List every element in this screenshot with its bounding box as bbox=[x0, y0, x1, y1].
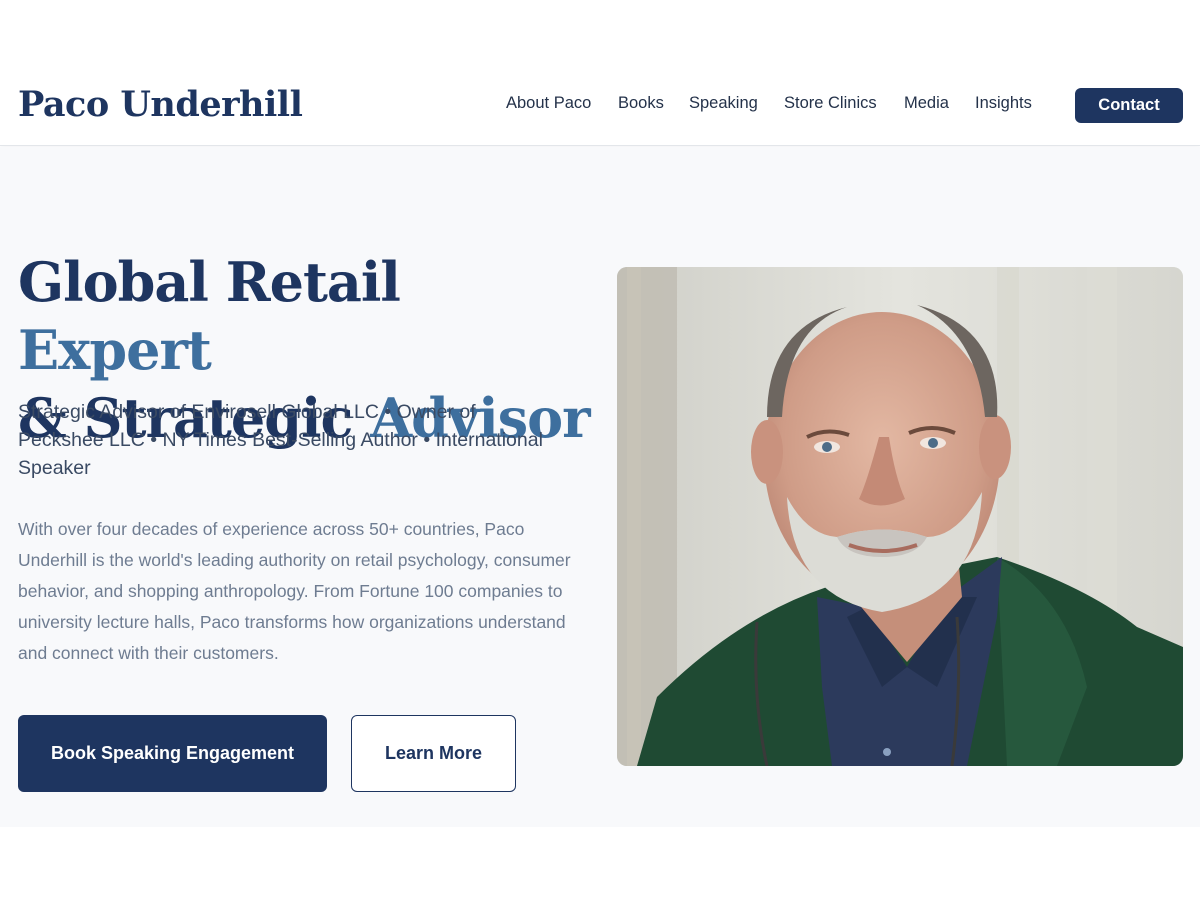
hero-description: With over four decades of experience acr… bbox=[18, 519, 571, 663]
site-header: Paco Underhill About Paco Books Speaking… bbox=[0, 0, 1200, 146]
nav-link-media[interactable]: Media bbox=[904, 94, 949, 113]
portrait-photo bbox=[617, 267, 1183, 766]
portrait-illustration bbox=[617, 267, 1183, 766]
nav-link-store-clinics[interactable]: Store Clinics bbox=[784, 94, 877, 113]
page: Paco Underhill About Paco Books Speaking… bbox=[0, 0, 1200, 900]
nav-link-about[interactable]: About Paco bbox=[506, 94, 591, 113]
nav-link-speaking[interactable]: Speaking bbox=[689, 94, 758, 113]
hero-subheading: Strategic Advisor of Envirosell Global L… bbox=[18, 401, 543, 479]
site-logo[interactable]: Paco Underhill bbox=[18, 84, 303, 125]
nav-link-insights[interactable]: Insights bbox=[975, 94, 1032, 113]
headline-line1-dark: Global Retail bbox=[18, 250, 401, 314]
headline-line1-accent: Expert bbox=[18, 318, 212, 382]
nav-link-books[interactable]: Books bbox=[618, 94, 664, 113]
book-speaking-button[interactable]: Book Speaking Engagement bbox=[18, 715, 327, 792]
learn-more-button[interactable]: Learn More bbox=[351, 715, 516, 792]
contact-button[interactable]: Contact bbox=[1075, 88, 1183, 123]
